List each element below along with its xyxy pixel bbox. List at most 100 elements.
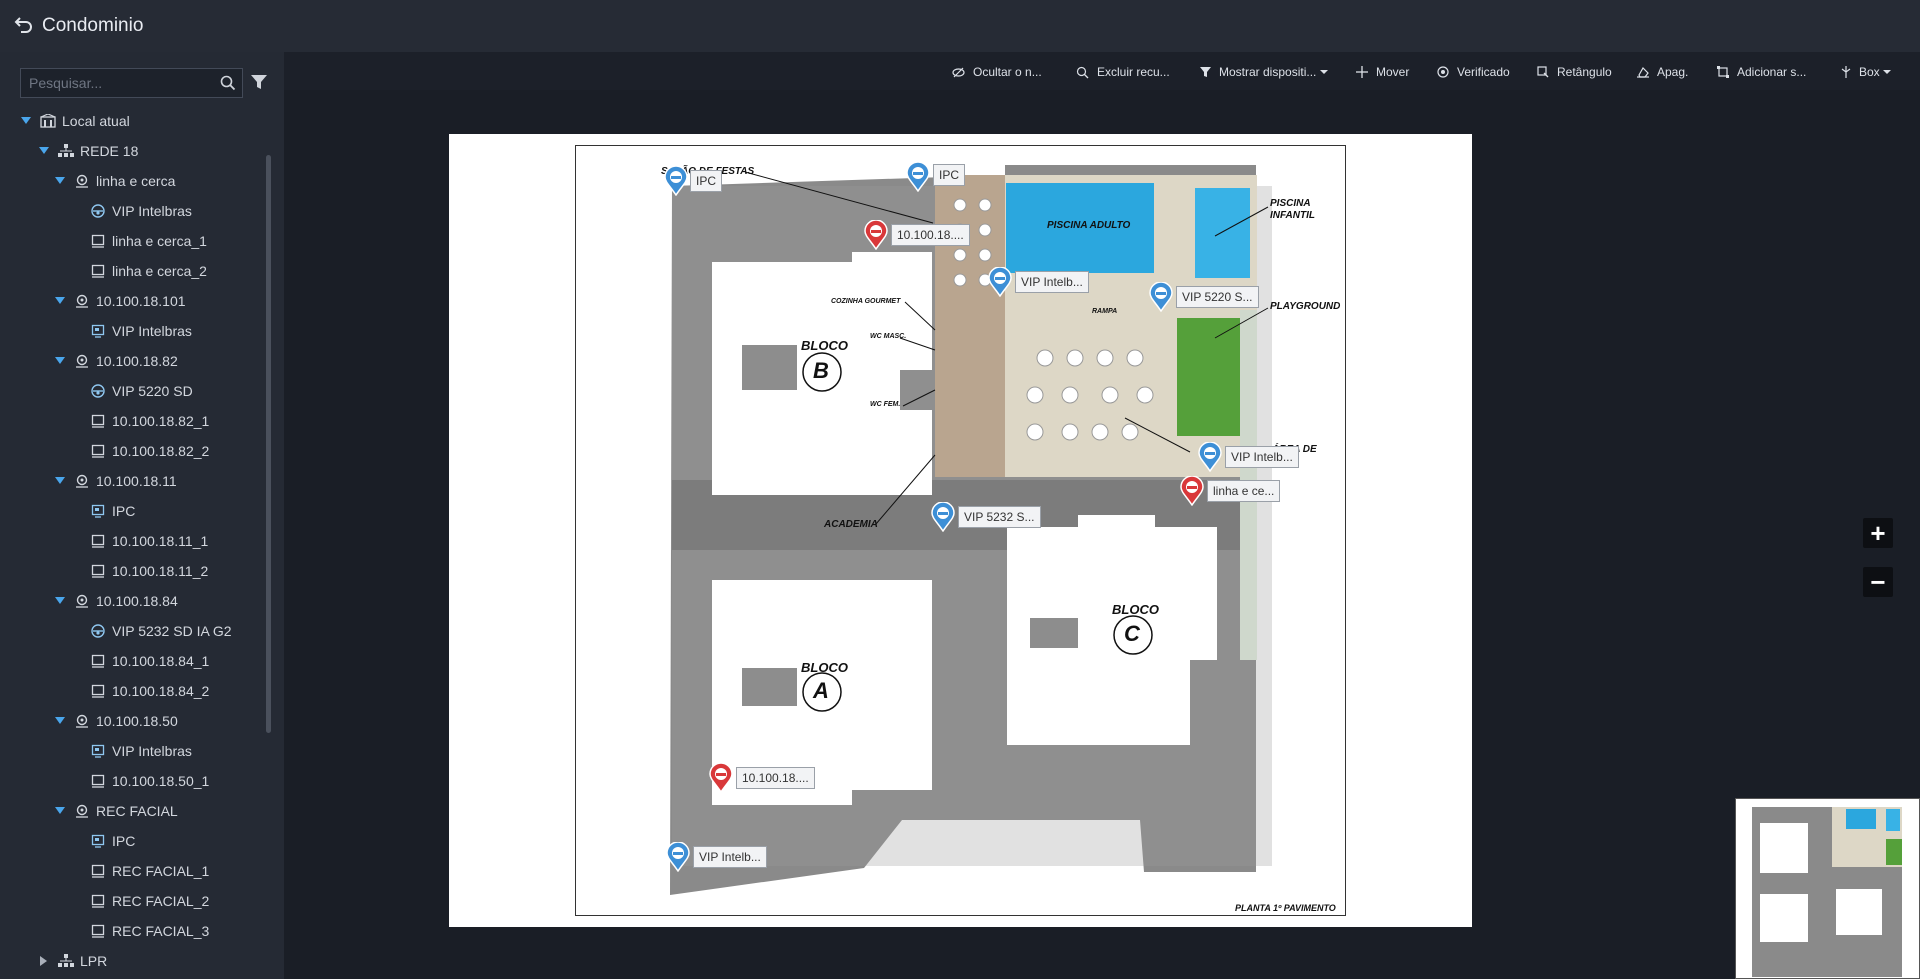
tree-item-channel[interactable]: 10.100.18.82_2: [70, 436, 209, 466]
tree-item-channel[interactable]: IPC: [70, 826, 135, 856]
alarm-device-pin-icon[interactable]: [864, 219, 888, 251]
tree-item-channel[interactable]: VIP Intelbras: [70, 736, 192, 766]
minimap[interactable]: [1735, 798, 1920, 979]
hide-tool[interactable]: Ocultar o n...: [952, 62, 1042, 82]
filter-icon[interactable]: [250, 73, 268, 93]
target-icon: [1437, 66, 1449, 78]
tree-item-label: 10.100.18.84_2: [112, 683, 210, 699]
search-box: [20, 68, 243, 98]
tree-item-group[interactable]: 10.100.18.82: [54, 346, 178, 376]
tree-item-label: 10.100.18.82_2: [112, 443, 210, 459]
tree-item-label: 10.100.18.84_1: [112, 653, 210, 669]
tree-item-channel[interactable]: VIP 5232 SD IA G2: [70, 616, 232, 646]
camera-device-pin-icon[interactable]: [664, 165, 688, 197]
caret-down-icon[interactable]: [20, 115, 32, 127]
rectangle-tool[interactable]: Retângulo: [1537, 62, 1612, 82]
label-bloco-b-title: BLOCO: [801, 338, 848, 353]
tree-item-group[interactable]: REDE 18: [38, 136, 138, 166]
dome-camera-icon: [90, 203, 106, 219]
label-wc-masc: WC MASC.: [870, 333, 907, 340]
tree-item-group[interactable]: 10.100.18.50: [54, 706, 178, 736]
tree-item-label: 10.100.18.101: [96, 293, 186, 309]
tree-item-group[interactable]: 10.100.18.101: [54, 286, 186, 316]
tree-item-channel[interactable]: VIP Intelbras: [70, 316, 192, 346]
tree-item-channel[interactable]: REC FACIAL_1: [70, 856, 209, 886]
tree-item-group[interactable]: linha e cerca: [54, 166, 175, 196]
erase-tool[interactable]: Apag.: [1637, 62, 1688, 82]
tree-item-label: Local atual: [62, 113, 130, 129]
tree-item-label: REC FACIAL_3: [112, 923, 210, 939]
device-label[interactable]: 10.100.18....: [891, 224, 970, 246]
device-label[interactable]: VIP Intelb...: [1015, 271, 1089, 293]
device-label[interactable]: VIP 5220 S...: [1176, 286, 1259, 308]
tree-item-channel[interactable]: 10.100.18.84_1: [70, 646, 209, 676]
chevron-down-icon: [1320, 70, 1329, 74]
add-tool[interactable]: Adicionar s...: [1717, 62, 1806, 82]
tree-item-group[interactable]: REC FACIAL: [54, 796, 178, 826]
caret-down-icon[interactable]: [54, 805, 66, 817]
camera-device-pin-icon[interactable]: [1149, 281, 1173, 313]
caret-down-icon[interactable]: [54, 295, 66, 307]
tree-item-channel[interactable]: linha e cerca_2: [70, 256, 207, 286]
tree-item-group[interactable]: 10.100.18.84: [54, 586, 178, 616]
camera-device-pin-icon[interactable]: [906, 161, 930, 193]
device-label[interactable]: 10.100.18....: [736, 767, 815, 789]
tree-item-channel[interactable]: REC FACIAL_3: [70, 916, 209, 946]
tree-item-label: LPR: [80, 953, 108, 969]
minimap-preview: [1736, 799, 1919, 978]
caret-down-icon[interactable]: [54, 595, 66, 607]
search-icon[interactable]: [214, 69, 242, 97]
tree-item-channel[interactable]: VIP Intelbras: [70, 196, 192, 226]
show-devices-dropdown[interactable]: Mostrar dispositi...: [1200, 62, 1329, 82]
tree-item-channel[interactable]: 10.100.18.50_1: [70, 766, 209, 796]
tree-item-channel[interactable]: linha e cerca_1: [70, 226, 207, 256]
caret-down-icon[interactable]: [54, 715, 66, 727]
exclude-tool[interactable]: Excluir recu...: [1076, 62, 1170, 82]
device-label[interactable]: VIP Intelb...: [1225, 446, 1299, 468]
tree-item-label: 10.100.18.11_1: [112, 533, 209, 549]
tree-item-channel[interactable]: REC FACIAL_2: [70, 886, 209, 916]
caret-right-icon[interactable]: [38, 955, 50, 967]
move-tool[interactable]: Mover: [1356, 62, 1409, 82]
tree-item-label: 10.100.18.82_1: [112, 413, 210, 429]
box-label: Box: [1859, 65, 1880, 79]
tree-item-channel[interactable]: 10.100.18.11_1: [70, 526, 208, 556]
verified-tool[interactable]: Verificado: [1437, 62, 1510, 82]
tree-item-channel[interactable]: VIP 5220 SD: [70, 376, 193, 406]
device-label[interactable]: VIP Intelb...: [693, 846, 767, 868]
label-wc-fem: WC FEM.: [870, 401, 901, 408]
tree-item-channel[interactable]: 10.100.18.84_2: [70, 676, 209, 706]
device-label[interactable]: linha e ce...: [1207, 480, 1281, 502]
box-dropdown[interactable]: Box: [1841, 62, 1891, 82]
zoom-out-button[interactable]: −: [1863, 567, 1893, 597]
device-label[interactable]: VIP 5232 S...: [958, 506, 1041, 528]
caret-down-icon[interactable]: [54, 355, 66, 367]
back-icon[interactable]: [14, 14, 34, 38]
hide-tool-label: Ocultar o n...: [973, 65, 1042, 79]
tree-item-group[interactable]: Local atual: [20, 106, 130, 136]
tree-item-group[interactable]: 10.100.18.11: [54, 466, 177, 496]
tree-item-channel[interactable]: 10.100.18.82_1: [70, 406, 209, 436]
label-playground: PLAYGROUND: [1270, 301, 1341, 312]
camera-device-pin-icon[interactable]: [1198, 441, 1222, 473]
tree-item-group[interactable]: LPR: [38, 946, 107, 976]
zoom-in-button[interactable]: +: [1863, 518, 1893, 548]
eraser-icon: [1637, 67, 1649, 78]
caret-down-icon[interactable]: [54, 475, 66, 487]
camera-device-pin-icon[interactable]: [931, 501, 955, 533]
caret-down-icon[interactable]: [54, 175, 66, 187]
camera-device-pin-icon[interactable]: [666, 841, 690, 873]
eye-off-icon: [952, 67, 965, 77]
caret-down-icon[interactable]: [38, 145, 50, 157]
box-icon: [1841, 66, 1851, 78]
tree-item-channel[interactable]: IPC: [70, 496, 135, 526]
camera-device-pin-icon[interactable]: [988, 266, 1012, 298]
device-label[interactable]: IPC: [933, 164, 966, 186]
alarm-device-pin-icon[interactable]: [1180, 475, 1204, 507]
device-label[interactable]: IPC: [690, 170, 723, 192]
tree-item-channel[interactable]: 10.100.18.11_2: [70, 556, 208, 586]
tree-scrollbar[interactable]: [266, 155, 271, 733]
location-pin-icon: [74, 293, 90, 309]
alarm-device-pin-icon[interactable]: [709, 762, 733, 794]
search-input[interactable]: [21, 69, 214, 97]
